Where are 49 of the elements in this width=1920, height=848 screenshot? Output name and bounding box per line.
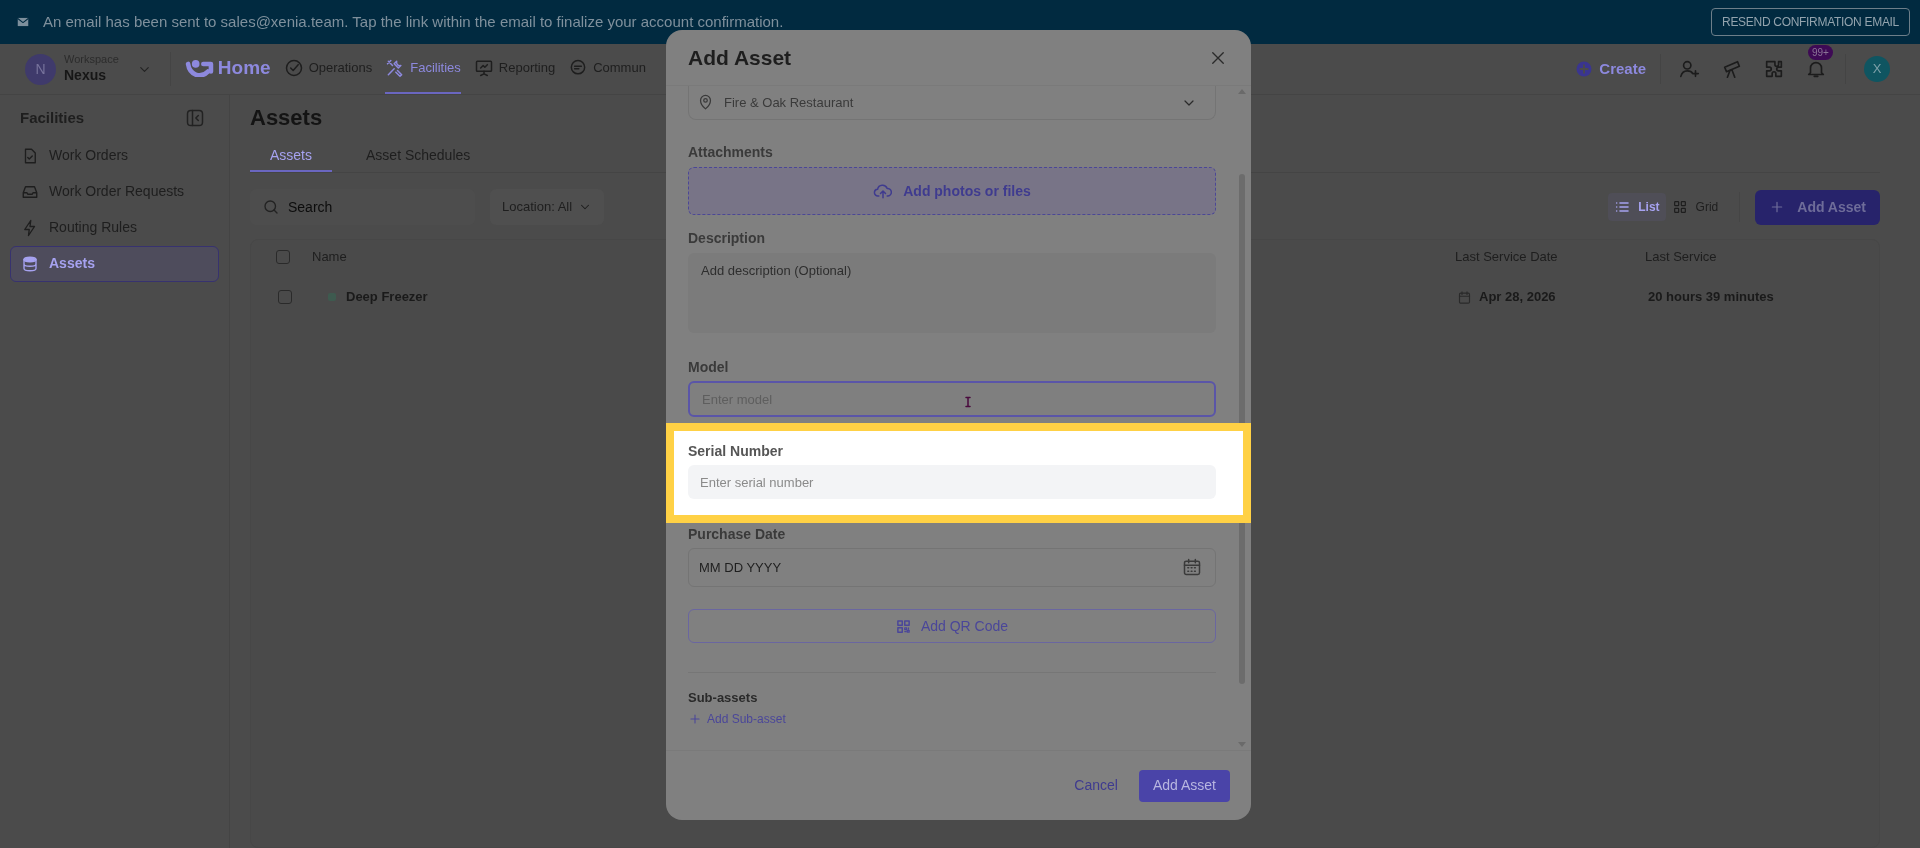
calendar-icon[interactable] — [1182, 557, 1202, 577]
view-toggle[interactable]: List — [1608, 193, 1666, 221]
upload-dropzone[interactable]: Add photos or files — [688, 167, 1216, 215]
sidebar-item[interactable]: Assets — [10, 245, 219, 282]
collapse-sidebar-icon[interactable] — [185, 108, 205, 129]
banner-message: An email has been sent to sales@xenia.team. Tap the link within the email to finalize your account confirmation. — [43, 11, 785, 32]
serial-number-field[interactable]: Enter serial number — [688, 465, 1216, 499]
notification-badge: 99+ — [1808, 45, 1833, 60]
brand-logo-icon — [184, 59, 214, 77]
location-select[interactable]: Fire & Oak Restaurant — [688, 86, 1216, 120]
dialog-title: Add Asset — [688, 44, 792, 71]
field-label: Description — [688, 229, 766, 248]
cancel-button[interactable]: Cancel — [1068, 775, 1124, 796]
user-avatar[interactable]: X — [1864, 56, 1890, 82]
add-sub-asset-link[interactable]: Add Sub-asset — [688, 709, 786, 729]
search-icon — [262, 198, 280, 216]
qr-code-icon — [895, 618, 911, 634]
database-icon — [21, 254, 39, 273]
calendar-icon — [1457, 289, 1472, 305]
add-qr-code-button[interactable]: Add QR Code — [688, 609, 1216, 643]
plus-circle-icon — [1575, 60, 1594, 78]
description-field[interactable]: Add description (Optional) — [688, 253, 1216, 333]
field-label: Attachments — [688, 143, 774, 162]
workspace-avatar: N — [25, 53, 56, 85]
field-label: Model — [688, 358, 730, 377]
list-icon — [1614, 199, 1631, 215]
puzzle-icon[interactable] — [1763, 58, 1785, 80]
purchase-date-field[interactable]: MM DD YYYY — [688, 548, 1216, 587]
home-link[interactable]: Home — [184, 44, 271, 94]
resend-email-button[interactable]: RESEND CONFIRMATION EMAIL — [1711, 8, 1910, 36]
check-circle-icon — [283, 58, 304, 78]
field-label: Purchase Date — [688, 525, 787, 544]
plus-icon — [688, 712, 702, 726]
section-title: Sub-assets — [688, 689, 759, 707]
location-pin-icon — [697, 94, 714, 111]
add-asset-button[interactable]: Add Asset — [1755, 189, 1880, 225]
telescope-icon[interactable] — [1721, 58, 1743, 80]
mail-icon — [16, 15, 30, 29]
create-button[interactable]: Create — [1575, 54, 1661, 84]
add-asset-submit-button[interactable]: Add Asset — [1138, 769, 1230, 802]
grid-icon — [1671, 199, 1688, 215]
user-plus-icon[interactable] — [1679, 58, 1701, 80]
presentation-icon — [473, 58, 494, 78]
nav-tab[interactable]: Facilities — [385, 44, 461, 94]
tab[interactable]: Assets — [250, 140, 332, 172]
field-label: Serial Number — [688, 442, 784, 461]
row-checkbox[interactable] — [278, 290, 292, 304]
page-title: Assets — [250, 104, 324, 132]
select-all-checkbox[interactable] — [276, 250, 290, 264]
